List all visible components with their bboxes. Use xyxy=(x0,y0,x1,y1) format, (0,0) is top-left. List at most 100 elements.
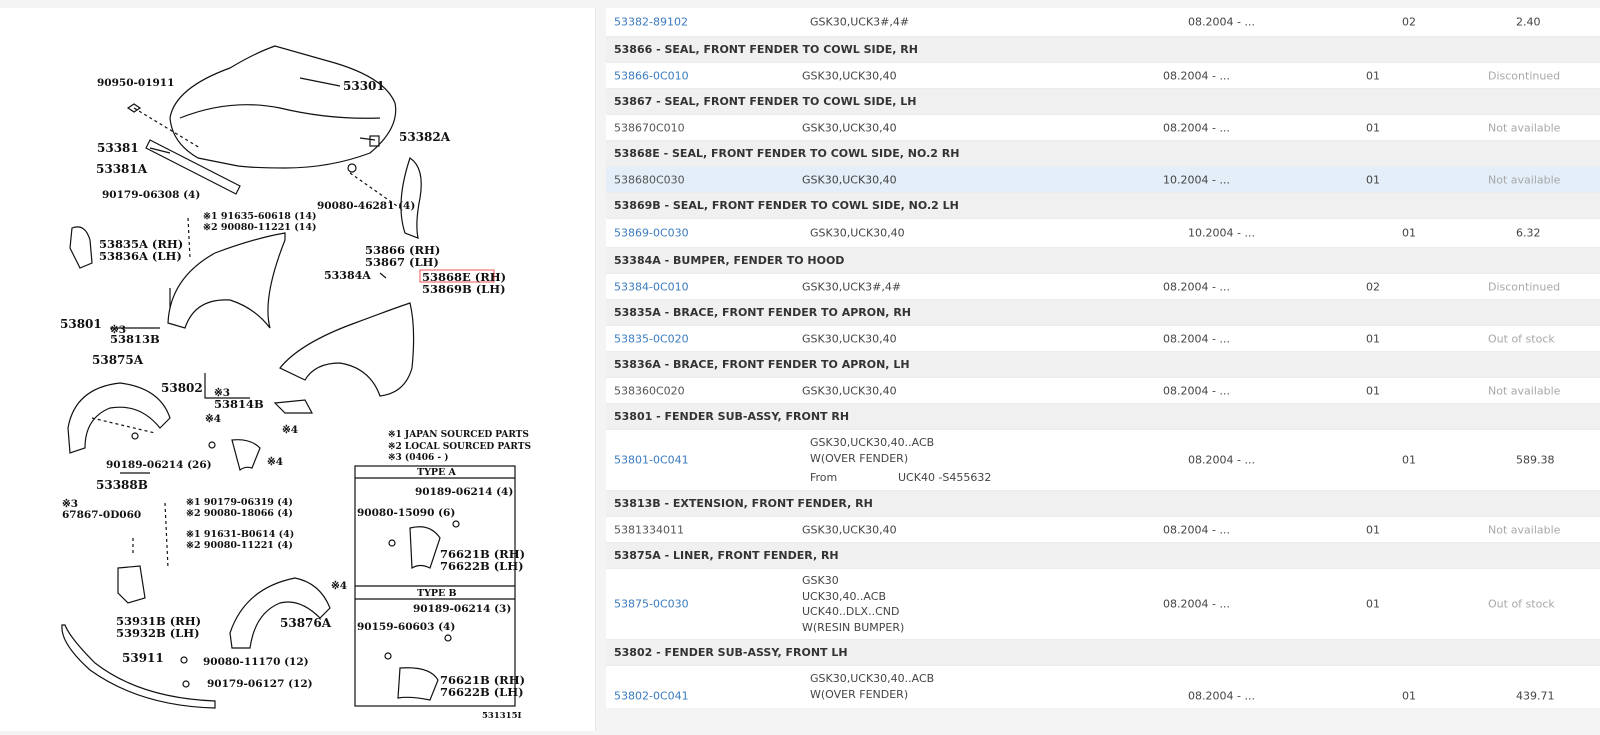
part-number-link[interactable]: 53835-0C020 xyxy=(614,332,689,345)
section-header-row: 53866 - SEAL, FRONT FENDER TO COWL SIDE,… xyxy=(606,37,1600,63)
diagram-label: ※4 xyxy=(331,580,347,592)
model-applicability: GSK30,UCK3#,4# xyxy=(810,15,910,29)
figure-number: 531315I xyxy=(482,711,521,721)
part-number-link[interactable]: 53866-0C010 xyxy=(614,69,689,82)
production-date: 08.2004 - ... xyxy=(1163,121,1230,134)
part-number-link[interactable]: 53384-0C010 xyxy=(614,280,689,293)
fender-lh-shape xyxy=(279,302,415,397)
part-row[interactable]: 5381334011 GSK30,UCK30,40 08.2004 - ... 01 N… xyxy=(606,517,1600,543)
production-date: 08.2004 - ... xyxy=(1163,69,1230,82)
exploded-parts-diagram: 90950-01911 53301 53381 53382A 53381A 90… xyxy=(60,45,531,721)
type-a-label: 76622B (LH) xyxy=(440,559,524,573)
parts-list-table[interactable]: 53382-89102 GSK30,UCK3#,4# 08.2004 - ... 02… xyxy=(606,8,1600,708)
price: 439.71 xyxy=(1516,689,1555,703)
availability-status: Out of stock xyxy=(1488,332,1555,345)
part-row[interactable]: 53866-0C010 GSK30,UCK30,40 08.2004 - ... 01… xyxy=(606,63,1600,89)
quantity: 01 xyxy=(1366,384,1380,397)
type-b-label: 90159-60603 (4) xyxy=(357,621,455,633)
part-number: 538680C030 xyxy=(614,173,685,186)
diagram-label: ※2 90080-11221 (14) xyxy=(203,222,316,233)
part-number-link[interactable]: 53875-0C030 xyxy=(614,598,689,611)
diagram-label: 53384A xyxy=(324,269,371,282)
part-number-link[interactable]: 53802-0C041 xyxy=(614,690,689,703)
diagram-label: 53382A xyxy=(399,130,451,144)
diagram-label: 53867 (LH) xyxy=(365,255,439,269)
diagram-label: 53911 xyxy=(122,651,164,665)
availability-status: Discontinued xyxy=(1488,69,1561,82)
part-row[interactable]: 53869-0C030 GSK30,UCK30,40 10.2004 - ... 01… xyxy=(606,219,1600,248)
part-number-link[interactable]: 53801-0C041 xyxy=(614,454,689,467)
availability-status: Not available xyxy=(1488,121,1561,134)
type-a-label: 90080-15090 (6) xyxy=(357,507,455,519)
section-header-row: 53868E - SEAL, FRONT FENDER TO COWL SIDE… xyxy=(606,141,1600,167)
model-applicability: GSK30 UCK30,40..ACB UCK40..DLX..CND W(RESIN… xyxy=(802,573,904,635)
quantity: 01 xyxy=(1366,69,1380,82)
model-applicability: GSK30,UCK30,40 xyxy=(802,523,897,536)
production-date: 08.2004 - ... xyxy=(1188,15,1255,29)
type-b-label: 76622B (LH) xyxy=(440,685,524,699)
quantity: 01 xyxy=(1366,597,1380,611)
part-number: 5381334011 xyxy=(614,523,684,536)
diagram-label: ※1 91635-60618 (14) xyxy=(203,211,316,222)
part-row[interactable]: 53835-0C020 GSK30,UCK30,40 08.2004 - ... 01… xyxy=(606,326,1600,352)
diagram-label: 90080-11170 (12) xyxy=(203,656,309,668)
diagram-label: ※2 90080-11221 (4) xyxy=(186,540,293,551)
model-applicability: GSK30,UCK30,40 xyxy=(810,226,905,240)
availability-status: Not available xyxy=(1488,173,1561,186)
production-date: 08.2004 - ... xyxy=(1163,384,1230,397)
production-date: 08.2004 - ... xyxy=(1163,332,1230,345)
model-line: W(OVER FENDER) xyxy=(810,451,909,465)
quantity: 01 xyxy=(1366,173,1380,186)
part-row[interactable]: 53382-89102 GSK30,UCK3#,4# 08.2004 - ... 02… xyxy=(606,8,1600,37)
diagram-label: 53381A xyxy=(96,162,148,176)
quantity: 01 xyxy=(1402,689,1416,703)
part-number-link[interactable]: 53382-89102 xyxy=(614,16,688,29)
part-row[interactable]: 53384-0C010 GSK30,UCK3#,4# 08.2004 - ... 02… xyxy=(606,274,1600,300)
parts-diagram-panel: 90950-01911 53301 53381 53382A 53381A 90… xyxy=(0,8,596,731)
part-row[interactable]: 538360C020 GSK30,UCK30,40 08.2004 - ... 01 N… xyxy=(606,378,1600,404)
diagram-label: 53836A (LH) xyxy=(99,249,182,263)
production-date: 08.2004 - ... xyxy=(1163,523,1230,536)
production-date: 08.2004 - ... xyxy=(1163,280,1230,293)
diagram-label: 53876A xyxy=(280,616,332,630)
part-number: 538360C020 xyxy=(614,384,685,397)
diagram-note: ※1 JAPAN SOURCED PARTS xyxy=(388,430,529,440)
fender-liner-rh xyxy=(67,382,171,454)
part-row[interactable]: 53875-0C030 GSK30 UCK30,40..ACB UCK40..DLX.… xyxy=(606,569,1600,640)
model-line: GSK30,UCK30,40..ACB xyxy=(810,435,935,449)
model-applicability: GSK30,UCK30,40..ACB W(OVER FENDER) From UCK… xyxy=(810,435,991,486)
section-title: 53868E - SEAL, FRONT FENDER TO COWL SIDE… xyxy=(614,147,960,160)
diagram-label: 53875A xyxy=(92,353,144,367)
model-line: W(OVER FENDER) xyxy=(810,687,909,701)
quantity: 01 xyxy=(1366,121,1380,134)
model-applicability: GSK30,UCK30,40 xyxy=(802,121,897,134)
diagram-label: 53388B xyxy=(96,478,148,492)
section-header-row: 53384A - BUMPER, FENDER TO HOOD xyxy=(606,248,1600,274)
type-b-label: 90189-06214 (3) xyxy=(413,603,511,615)
model-applicability: GSK30,UCK3#,4# xyxy=(802,280,902,293)
part-number-link[interactable]: 53869-0C030 xyxy=(614,227,689,240)
fender-liner-lh xyxy=(229,577,331,649)
section-title: 53802 - FENDER SUB-ASSY, FRONT LH xyxy=(614,646,848,659)
production-date: 08.2004 - ... xyxy=(1163,597,1230,611)
diagram-label: 53932B (LH) xyxy=(116,626,200,640)
model-applicability: GSK30,UCK30,40 xyxy=(802,332,897,345)
part-row[interactable]: 53801-0C041 GSK30,UCK30,40..ACB W(OVER FEN… xyxy=(606,430,1600,491)
from-serial-line: From UCK40 -S455632 xyxy=(810,470,991,486)
section-header-row: 53801 - FENDER SUB-ASSY, FRONT RH xyxy=(606,404,1600,430)
production-date: 08.2004 - ... xyxy=(1188,453,1255,467)
quantity: 02 xyxy=(1402,15,1416,29)
diagram-label: 53381 xyxy=(97,141,139,155)
part-row[interactable]: 53802-0C041 GSK30,UCK30,40..ACB W(OVER FEN… xyxy=(606,666,1600,708)
section-header-row: 53869B - SEAL, FRONT FENDER TO COWL SIDE… xyxy=(606,193,1600,219)
section-title: 53867 - SEAL, FRONT FENDER TO COWL SIDE,… xyxy=(614,95,917,108)
fender-rh-shape xyxy=(167,232,286,329)
section-header-row: 53867 - SEAL, FRONT FENDER TO COWL SIDE,… xyxy=(606,89,1600,115)
diagram-label: 90950-01911 xyxy=(97,77,174,89)
part-row[interactable]: 538680C030 GSK30,UCK30,40 10.2004 - ... 01 N… xyxy=(606,167,1600,193)
production-date: 10.2004 - ... xyxy=(1188,226,1255,240)
section-title: 53869B - SEAL, FRONT FENDER TO COWL SIDE… xyxy=(614,199,959,212)
diagram-label: ※2 90080-18066 (4) xyxy=(186,508,293,519)
part-row[interactable]: 538670C010 GSK30,UCK30,40 08.2004 - ... 01 N… xyxy=(606,115,1600,141)
diagram-label: 53802 xyxy=(161,381,203,395)
